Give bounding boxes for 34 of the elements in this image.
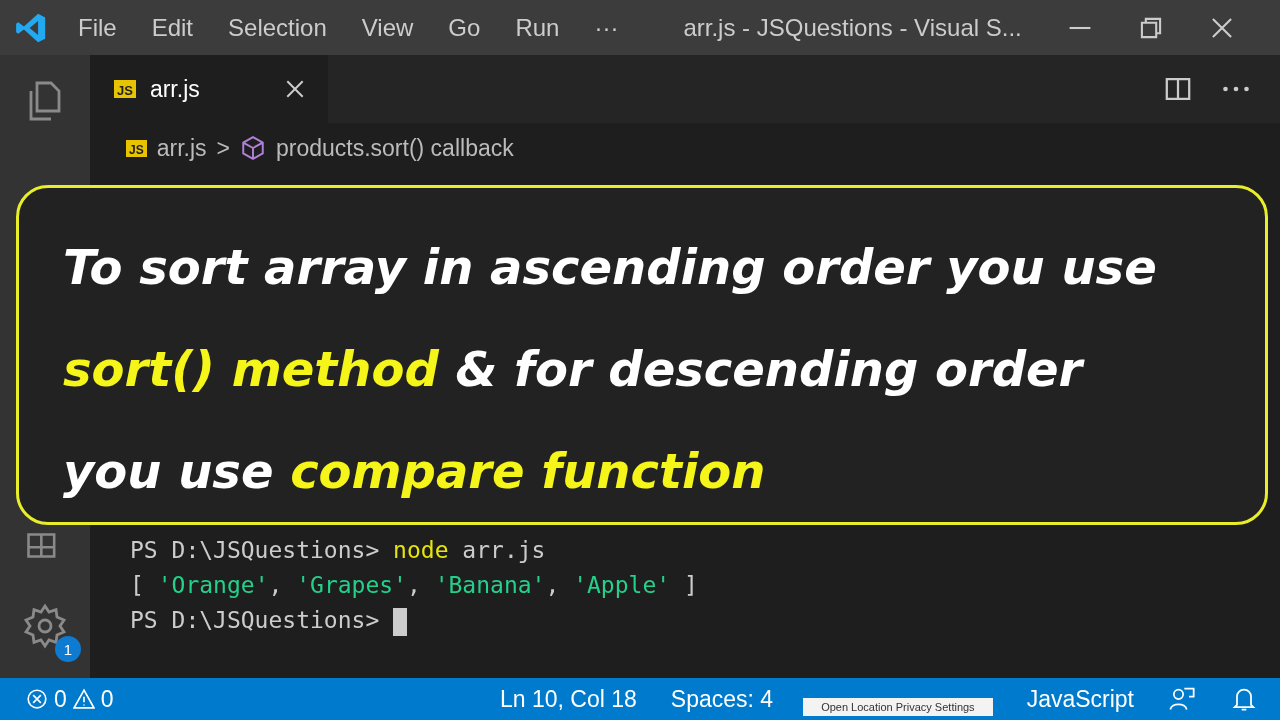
cube-icon (239, 135, 266, 161)
caption-line: To sort array in ascending order you use (63, 238, 1158, 297)
error-count[interactable]: 0 (54, 685, 67, 713)
feedback-icon[interactable] (1168, 685, 1196, 713)
language-mode[interactable]: JavaScript (1026, 685, 1134, 713)
indentation[interactable]: Spaces: 4 (670, 685, 774, 713)
terminal-line: PS D:\JSQuestions> (130, 603, 1280, 638)
breadcrumb-item[interactable]: products.sort() callback (275, 134, 514, 162)
terminal-line: [ 'Orange', 'Grapes', 'Banana', 'Apple' ] (130, 571, 699, 600)
menu-item[interactable]: Run (515, 13, 560, 42)
breadcrumb-item[interactable]: arr.js (156, 134, 207, 162)
more-actions-icon[interactable] (1222, 84, 1250, 94)
menu-item[interactable]: View (361, 13, 414, 42)
cursor-position[interactable]: Ln 10, Col 18 (500, 685, 637, 713)
error-icon[interactable] (26, 688, 48, 710)
menu-item[interactable]: Edit (151, 13, 194, 42)
terminal-line: PS D:\JSQuestions> node arr.js (130, 536, 547, 565)
notification-badge: 1 (55, 636, 81, 662)
warning-icon[interactable] (72, 688, 95, 710)
editor-tab[interactable]: JS arr.js (90, 55, 328, 123)
js-file-icon: JS (114, 80, 136, 98)
warning-count[interactable]: 0 (100, 685, 114, 713)
js-file-icon: JS (126, 139, 147, 157)
window-title: arr.js - JSQuestions - Visual S... (683, 13, 1023, 42)
breadcrumb-separator: > (216, 134, 230, 162)
caption-line: you use compare function (63, 442, 767, 501)
split-editor-icon[interactable] (1164, 75, 1192, 103)
menu-item[interactable]: ··· (594, 13, 619, 42)
tooltip: Open Location Privacy Settings (803, 698, 993, 716)
menu-item[interactable]: File (78, 13, 117, 42)
menu-item[interactable]: Selection (228, 13, 327, 42)
caption-line: sort() method & for descending order (63, 340, 1086, 399)
close-icon[interactable] (284, 78, 306, 100)
menu-item[interactable]: Go (448, 13, 481, 42)
